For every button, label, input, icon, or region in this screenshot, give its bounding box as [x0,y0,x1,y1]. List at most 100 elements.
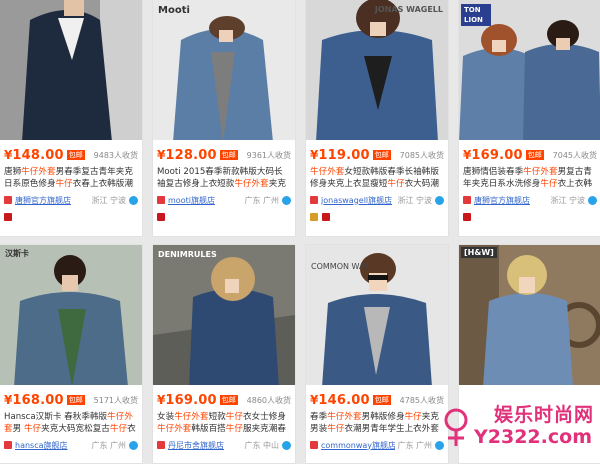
chat-icon[interactable] [435,195,444,205]
store-icon [310,441,318,449]
location: 广东 广州 [244,195,279,205]
free-shipping-badge: 包邮 [372,150,391,160]
brand-logo: DENIMRULES [158,250,217,259]
sales-count: 5171人收货 [93,395,138,405]
title-segment: 女装 [157,412,175,422]
title-keyword: 牛仔外套 [157,424,192,434]
free-shipping-badge: 包邮 [219,150,238,160]
shop-link[interactable]: hansca旗舰店 [15,440,68,451]
chat-icon[interactable] [129,195,138,205]
product-price: 169.00 [165,392,217,408]
product-title[interactable]: 女装牛仔外套短款牛仔衣女士修身牛仔外套韩版百搭牛仔服夹克潮春秋 [157,411,291,435]
title-keyword: 牛仔 [327,424,345,434]
title-keyword: 牛仔 [387,179,405,189]
service-icons [157,212,169,222]
sales-count: 9483人收货 [93,150,138,160]
location: 浙江 宁波 [397,195,432,205]
sales-count: 4860人收货 [246,395,291,405]
watermark-line1: 娱乐时尚网 [493,404,594,426]
gold-seller-icon [310,213,318,221]
store-icon [463,196,471,204]
title-segment: 男韩版修身 [361,412,405,422]
title-keyword: 牛仔外套 [234,179,269,189]
tmall-icon [157,213,165,221]
title-segment: 衣春上衣韩版潮 [72,179,133,189]
product-card[interactable]: Mooti ¥ 128.00 包邮 9361人收货 Mooti 2015春季新款… [152,0,296,237]
sales-count: 7085人收货 [399,150,444,160]
currency-symbol: ¥ [463,148,472,162]
product-title[interactable]: 唐狮情侣装春季牛仔外套男复古青年夹克日系水洗修身牛仔衣上衣韩版潮 [463,166,597,190]
title-keyword: 牛仔 [109,424,128,434]
sales-count: 9361人收货 [246,150,291,160]
title-keyword: 牛仔 [540,179,558,189]
shop-link[interactable]: commonway旗舰店 [321,440,395,451]
product-image[interactable]: DENIMRULES [153,245,295,385]
product-card[interactable]: DENIMRULES ¥ 169.00 包邮 4860人收货 女装牛仔外套短款牛… [152,244,296,464]
product-image[interactable]: JONAS WAGELL [306,0,448,140]
product-title[interactable]: 牛仔外套女短款韩版春季长袖韩版修身夹克上衣显瘦短牛仔衣大码潮 [310,166,444,190]
free-shipping-badge: 包邮 [66,395,85,405]
product-card[interactable]: TON LION ¥ 169.00 包邮 7045人收货 唐狮情侣装春季牛仔外套… [458,0,600,237]
price-row: ¥ 169.00 包邮 7045人收货 [463,146,597,164]
product-price: 119.00 [318,147,370,163]
product-title[interactable]: Hansca汉斯卡 春秋季韩版牛仔外套男 牛仔夹克大码宽松复古牛仔衣 [4,411,138,435]
title-keyword: 牛仔外套 [523,167,558,177]
title-keyword: 牛仔 [225,412,243,422]
shop-link[interactable]: jonaswagell旗舰店 [321,195,392,206]
product-image[interactable]: [H&W] [459,245,600,385]
product-image[interactable] [0,0,142,140]
chat-icon[interactable] [588,195,597,205]
shop-row: 唐狮官方旗舰店 浙江 宁波 [4,194,138,206]
shop-link[interactable]: mooti旗舰店 [168,195,215,206]
title-segment: 衣 [127,424,136,434]
chat-icon[interactable] [129,440,138,450]
price-row: ¥ 148.00 包邮 9483人收货 [4,146,138,164]
shop-link[interactable]: 唐狮官方旗舰店 [15,195,71,206]
chat-icon[interactable] [282,195,291,205]
product-title[interactable]: Mooti 2015春季新款韩版大码长袖复古修身上衣短款牛仔外套夹克女 [157,166,291,190]
product-card[interactable]: 汉斯卡 ¥ 168.00 包邮 5171人收货 Hansca汉斯卡 春秋季韩版牛… [0,244,143,464]
product-image[interactable]: TON LION [459,0,600,140]
product-card[interactable]: JONAS WAGELL ¥ 119.00 包邮 7085人收货 牛仔外套女短款… [305,0,449,237]
shop-link[interactable]: 唐狮官方旗舰店 [474,195,530,206]
location: 广东 广州 [91,440,126,450]
shop-row: jonaswagell旗舰店 浙江 宁波 [310,194,444,206]
shop-link[interactable]: 丹尼市舍旗舰店 [168,440,224,451]
product-price: 146.00 [318,392,370,408]
currency-symbol: ¥ [157,393,166,407]
service-icons [4,212,16,222]
watermark-line2: Y2322.com [474,426,592,448]
product-image[interactable]: 汉斯卡 [0,245,142,385]
title-segment: 春季 [310,412,328,422]
product-card[interactable]: COMMON WAY ¥ 146.00 包邮 4785人收货 春季牛仔外套男韩版… [305,244,449,464]
store-icon [4,441,12,449]
product-title[interactable]: 唐狮牛仔外套男春季复古青年夹克日系原色修身牛仔衣春上衣韩版潮 [4,166,138,190]
title-segment: 衣大码潮 [404,179,439,189]
service-icons [310,212,334,222]
brand-logo: JONAS WAGELL [374,5,443,14]
price-row: ¥ 146.00 包邮 4785人收货 [310,391,444,409]
product-title[interactable]: 春季牛仔外套男韩版修身牛仔夹克男装牛仔衣潮男青年学生上衣外套男 [310,411,444,435]
brand-logo: [H&W] [461,247,497,258]
title-keyword: 牛仔 [55,179,73,189]
shop-row: mooti旗舰店 广东 广州 [157,194,291,206]
brand-logo: TON LION [461,4,491,26]
chat-icon[interactable] [282,440,291,450]
free-shipping-badge: 包邮 [219,395,238,405]
store-icon [157,196,165,204]
location: 浙江 宁波 [91,195,126,205]
title-segment: 唐狮情侣装春季 [463,167,524,177]
location: 广东 中山 [244,440,279,450]
product-price: 169.00 [471,147,523,163]
shop-row: 唐狮官方旗舰店 浙江 宁波 [463,194,597,206]
product-image[interactable]: COMMON WAY [306,245,448,385]
free-shipping-badge: 包邮 [66,150,85,160]
brand-logo: 汉斯卡 [5,249,29,258]
shop-row: commonway旗舰店 广东 广州 [310,439,444,451]
title-keyword: 牛仔 [225,424,243,434]
product-image[interactable]: Mooti [153,0,295,140]
product-card[interactable]: ¥ 148.00 包邮 9483人收货 唐狮牛仔外套男春季复古青年夹克日系原色修… [0,0,143,237]
brand-logo: COMMON WAY [311,262,369,271]
title-segment: 韩版百搭 [191,424,226,434]
service-icons [463,212,475,222]
